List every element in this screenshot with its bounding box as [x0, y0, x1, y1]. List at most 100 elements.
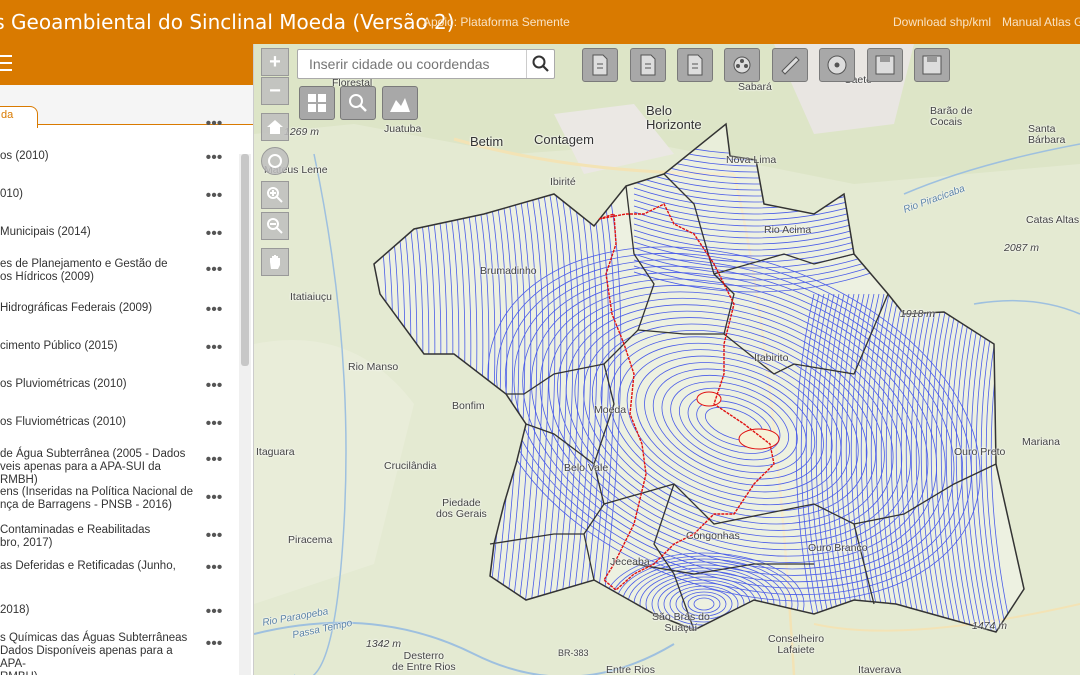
zoom-box-out-button[interactable]	[261, 212, 289, 240]
pan-button[interactable]	[261, 248, 289, 276]
city-label: Catas Altas	[1026, 214, 1080, 226]
export-doc-button[interactable]	[677, 48, 713, 82]
altitude-label: 2087 m	[1004, 242, 1040, 254]
layer-options-icon[interactable]: •••	[205, 378, 223, 394]
layer-label: de Água Subterrânea (2005 - Dados veis a…	[0, 448, 186, 486]
city-label: Itabirito	[754, 352, 789, 364]
layout-button[interactable]	[299, 86, 335, 120]
document-icon	[640, 54, 656, 76]
locate-button[interactable]	[261, 147, 289, 175]
city-label: Jeceaba	[610, 556, 650, 568]
grid-layout-icon	[308, 94, 326, 112]
document-icon	[687, 54, 703, 76]
city-label: Brumadinho	[480, 265, 537, 277]
home-button[interactable]	[261, 113, 289, 141]
layer-options-icon[interactable]: •••	[205, 340, 223, 356]
city-label: Ibirité	[550, 176, 576, 188]
panel-scrollbar[interactable]	[239, 154, 251, 675]
disc-icon	[827, 55, 847, 75]
video-button[interactable]	[724, 48, 760, 82]
document-icon	[592, 54, 608, 76]
layer-label: 2018)	[0, 604, 30, 616]
search-icon	[532, 55, 549, 72]
hand-icon	[270, 255, 280, 269]
save-pdf-button[interactable]	[914, 48, 950, 82]
city-label: Mariana	[1022, 436, 1060, 448]
altitude-label: 1474 m	[972, 620, 1008, 632]
layer-options-icon[interactable]: •••	[205, 302, 223, 318]
scroll-thumb[interactable]	[241, 154, 249, 366]
save-image-icon	[875, 55, 895, 75]
layer-label: es de Planejamento e Gestão de os Hídric…	[0, 258, 168, 283]
city-label: Betim	[470, 134, 504, 149]
download-link[interactable]: Download shp/kml	[893, 15, 991, 29]
export-doc-button[interactable]	[630, 48, 666, 82]
city-label: Nova Lima	[726, 154, 777, 166]
elevation-profile-icon	[390, 98, 410, 112]
city-label: Moeda	[594, 404, 627, 416]
manual-link[interactable]: Manual Atlas G	[1002, 15, 1080, 29]
home-icon	[267, 120, 283, 134]
city-label: Rio Manso	[348, 361, 399, 373]
zoom-box-in-button[interactable]	[261, 181, 289, 209]
city-label: Contagem	[534, 132, 594, 147]
layer-label: ens (Inseridas na Política Nacional de n…	[0, 486, 194, 511]
layer-options-icon[interactable]: •••	[205, 560, 223, 576]
layer-options-icon[interactable]: •••	[205, 490, 223, 506]
save-pdf-icon	[922, 55, 942, 75]
layer-options-icon[interactable]: •••	[205, 528, 223, 544]
city-label: Belo Vale	[564, 462, 609, 474]
city-label: Itatiaiuçu	[290, 291, 333, 303]
app-header: as Geoambiental do Sinclinal Moeda (Vers…	[0, 0, 1080, 44]
layer-options-icon[interactable]: •••	[205, 636, 223, 652]
search-button[interactable]	[526, 50, 554, 78]
locate-icon	[268, 154, 282, 168]
layer-options-icon[interactable]: •••	[205, 452, 223, 468]
city-label: Piracema	[288, 534, 333, 546]
layer-options-icon[interactable]: •••	[205, 262, 223, 278]
menu-icon[interactable]	[0, 55, 12, 73]
measure-button[interactable]	[772, 48, 808, 82]
layer-options-icon[interactable]: •••	[205, 226, 223, 242]
city-label: Crucilândia	[384, 460, 437, 472]
city-label: Santa Bárbara	[1028, 123, 1066, 146]
city-label: Ouro Branco	[808, 542, 868, 554]
layer-label: Hidrográficas Federais (2009)	[0, 302, 153, 314]
zoom-out-icon	[267, 218, 283, 234]
altitude-label: 1342 m	[366, 638, 402, 650]
layer-label: 010)	[0, 188, 24, 200]
zoom-in-button[interactable]: +	[261, 48, 289, 76]
layer-options-icon[interactable]: •••	[205, 188, 223, 204]
city-label: São Brás do Suaçuí	[652, 611, 710, 634]
save-image-button[interactable]	[867, 48, 903, 82]
city-label: Conselheiro Lafaiete	[768, 633, 825, 656]
elevation-profile-button[interactable]	[382, 86, 418, 120]
map-canvas	[254, 44, 1080, 675]
city-label: Juatuba	[384, 123, 422, 135]
layer-options-icon[interactable]: •••	[205, 116, 223, 132]
layer-label: os (2010)	[0, 150, 49, 162]
search-input[interactable]	[298, 50, 526, 78]
layer-label: os Pluviométricas (2010)	[0, 378, 127, 390]
layer-label: cimento Público (2015)	[0, 340, 118, 352]
layer-options-icon[interactable]: •••	[205, 604, 223, 620]
zoom-area-button[interactable]	[340, 86, 376, 120]
layer-label: os Fluviométricas (2010)	[0, 416, 126, 428]
altitude-label: 1918 m	[900, 308, 936, 320]
zoom-area-icon	[349, 94, 367, 112]
layer-label: Contaminadas e Reabilitadas bro, 2017)	[0, 524, 151, 549]
zoom-out-button[interactable]: −	[261, 77, 289, 105]
export-doc-button[interactable]	[582, 48, 618, 82]
layer-options-icon[interactable]: •••	[205, 416, 223, 432]
layer-label: Municipais (2014)	[0, 226, 91, 238]
layer-options-icon[interactable]: •••	[205, 150, 223, 166]
zoom-in-icon	[267, 187, 283, 203]
support-text: Apoio: Plataforma Semente	[423, 15, 570, 29]
city-label: Ouro Preto	[954, 446, 1006, 458]
layer-label: s Químicas das Águas Subterrâneas Dados …	[0, 632, 188, 675]
measure-ruler-icon	[781, 56, 800, 75]
disc-button[interactable]	[819, 48, 855, 82]
map-view[interactable]: Belo Horizonte Betim Contagem Ibirité Sa…	[254, 44, 1080, 675]
layer-label: as Deferidas e Retificadas (Junho,	[0, 560, 176, 572]
tab-legend[interactable]: da	[0, 106, 38, 128]
